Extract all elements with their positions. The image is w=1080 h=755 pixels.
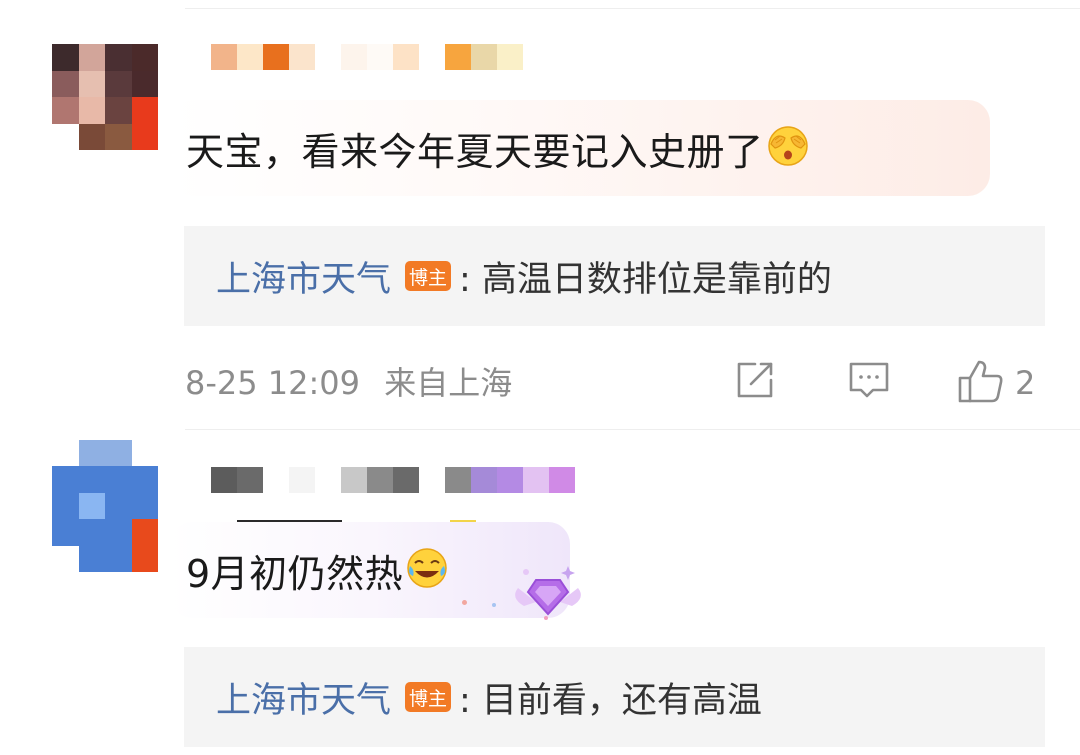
username-mosaic[interactable] <box>211 467 575 493</box>
like-button[interactable]: 2 <box>957 358 1035 408</box>
blogger-reply[interactable]: 上海市天气 博主 : 高温日数排位是靠前的 <box>184 226 1045 326</box>
dot-decoration <box>462 600 467 605</box>
comment-text: 9月初仍然热 <box>186 551 404 596</box>
blogger-reply[interactable]: 上海市天气 博主 : 目前看，还有高温 <box>184 647 1045 747</box>
tears-of-joy-emoji <box>405 546 449 594</box>
avatar[interactable] <box>52 44 158 150</box>
thumbs-up-icon <box>957 358 1005 408</box>
reply-text: : 目前看，还有高温 <box>459 680 762 721</box>
username-mosaic[interactable] <box>211 44 523 70</box>
covering-eyes-emoji <box>766 124 810 172</box>
comment-location: 来自上海 <box>384 364 513 402</box>
blogger-badge: 博主 <box>405 261 452 291</box>
avatar[interactable] <box>52 440 158 572</box>
comment-bubble[interactable]: 天宝，看来今年夏天要记入史册了 <box>170 100 990 196</box>
blogger-badge: 博主 <box>405 682 452 712</box>
comment-divider <box>185 429 1080 430</box>
like-count: 2 <box>1015 364 1036 402</box>
share-button[interactable] <box>733 358 777 406</box>
reply-author[interactable]: 上海市天气 <box>216 672 391 723</box>
reply-text: : 高温日数排位是靠前的 <box>459 259 832 300</box>
share-icon <box>733 358 777 406</box>
diamond-decoration-icon <box>506 558 590 628</box>
comment-meta: 8-25 12:09 来自上海 <box>185 358 512 404</box>
comment-icon <box>847 358 891 406</box>
reply-author[interactable]: 上海市天气 <box>216 251 391 302</box>
comment-timestamp: 8-25 12:09 <box>185 364 361 402</box>
top-divider <box>185 8 1080 9</box>
comment-button[interactable] <box>847 358 891 406</box>
comment-text: 天宝，看来今年夏天要记入史册了 <box>186 129 764 174</box>
dot-decoration <box>492 603 496 607</box>
